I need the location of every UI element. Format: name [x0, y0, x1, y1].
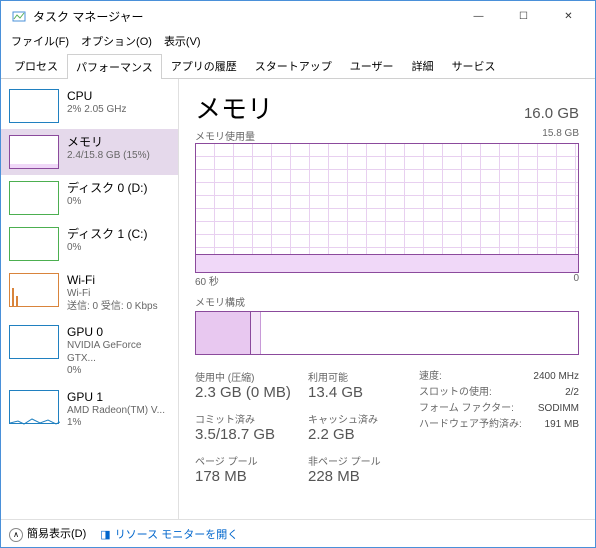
sidebar-item-sub: 2% 2.05 GHz [67, 104, 126, 117]
wifi-thumb-icon [9, 273, 59, 307]
main-panel: メモリ 16.0 GB メモリ使用量 15.8 GB 60 秒 0 メモリ構成 [179, 79, 595, 519]
sidebar-item-title: ディスク 1 (C:) [67, 227, 148, 242]
stat-paged-pool: ページ プール 178 MB [195, 453, 296, 485]
sidebar-item-wifi[interactable]: Wi-Fi Wi-Fi 送信: 0 受信: 0 Kbps [1, 267, 178, 319]
page-title: メモリ [195, 89, 273, 126]
sidebar-item-sub2: 0% [67, 365, 170, 378]
performance-sidebar: CPU 2% 2.05 GHz メモリ 2.4/15.8 GB (15%) ディ… [1, 79, 179, 519]
memory-stats: 使用中 (圧縮) 2.3 GB (0 MB) 利用可能 13.4 GB コミット… [195, 369, 579, 485]
stat-committed: コミット済み 3.5/18.7 GB [195, 411, 296, 443]
tab-app-history[interactable]: アプリの履歴 [162, 53, 246, 78]
menubar: ファイル(F) オプション(O) 表示(V) [1, 31, 595, 51]
sidebar-item-cpu[interactable]: CPU 2% 2.05 GHz [1, 83, 178, 129]
memory-usage-chart[interactable] [195, 143, 579, 273]
memory-total: 16.0 GB [524, 105, 579, 122]
sidebar-item-title: CPU [67, 89, 126, 104]
gpu-thumb-icon [9, 325, 59, 359]
sidebar-item-disk0[interactable]: ディスク 0 (D:) 0% [1, 175, 178, 221]
fewer-details-button[interactable]: ∧簡易表示(D) [9, 525, 86, 542]
window-controls: — ☐ ✕ [456, 1, 591, 31]
disk-thumb-icon [9, 227, 59, 261]
usage-chart-label: メモリ使用量 [195, 128, 255, 143]
memory-specs: 速度:2400 MHz スロットの使用:2/2 フォーム ファクター:SODIM… [419, 369, 579, 485]
sidebar-item-sub: 2.4/15.8 GB (15%) [67, 150, 150, 163]
sidebar-item-sub: 0% [67, 196, 148, 209]
footer: ∧簡易表示(D) ◨リソース モニターを開く [1, 519, 595, 547]
tab-performance[interactable]: パフォーマンス [67, 54, 162, 79]
sidebar-item-memory[interactable]: メモリ 2.4/15.8 GB (15%) [1, 129, 178, 175]
sidebar-item-sub: AMD Radeon(TM) V... [67, 405, 165, 418]
content-area: CPU 2% 2.05 GHz メモリ 2.4/15.8 GB (15%) ディ… [1, 79, 595, 519]
sidebar-item-sub: Wi-Fi [67, 288, 158, 301]
sidebar-item-title: Wi-Fi [67, 273, 158, 288]
usage-chart-max: 15.8 GB [542, 128, 579, 143]
stat-nonpaged-pool: 非ページ プール 228 MB [308, 453, 409, 485]
titlebar[interactable]: タスク マネージャー — ☐ ✕ [1, 1, 595, 31]
sidebar-item-sub2: 送信: 0 受信: 0 Kbps [67, 301, 158, 314]
sidebar-item-sub: NVIDIA GeForce GTX... [67, 340, 170, 365]
tab-strip: プロセス パフォーマンス アプリの履歴 スタートアップ ユーザー 詳細 サービス [1, 51, 595, 79]
close-button[interactable]: ✕ [546, 1, 591, 31]
tab-startup[interactable]: スタートアップ [246, 53, 341, 78]
tab-services[interactable]: サービス [443, 53, 505, 78]
memory-composition-bar[interactable] [195, 311, 579, 355]
xaxis-left: 60 秒 [195, 273, 219, 288]
menu-view[interactable]: 表示(V) [158, 31, 207, 51]
memory-thumb-icon [9, 135, 59, 169]
sidebar-item-sub: 0% [67, 242, 148, 255]
tab-processes[interactable]: プロセス [5, 53, 67, 78]
resource-monitor-icon: ◨ [100, 529, 110, 541]
window-title: タスク マネージャー [33, 8, 456, 25]
sidebar-item-gpu0[interactable]: GPU 0 NVIDIA GeForce GTX... 0% [1, 319, 178, 384]
sidebar-item-sub2: 1% [67, 417, 165, 430]
sidebar-item-title: GPU 1 [67, 390, 165, 405]
minimize-button[interactable]: — [456, 1, 501, 31]
chevron-up-icon: ∧ [9, 528, 23, 542]
sidebar-item-title: メモリ [67, 135, 150, 150]
sidebar-item-gpu1[interactable]: GPU 1 AMD Radeon(TM) V... 1% [1, 384, 178, 436]
menu-options[interactable]: オプション(O) [75, 31, 158, 51]
gpu-thumb-icon [9, 390, 59, 424]
tab-details[interactable]: 詳細 [403, 53, 443, 78]
tab-users[interactable]: ユーザー [341, 53, 403, 78]
stat-cached: キャッシュ済み 2.2 GB [308, 411, 409, 443]
sidebar-item-title: ディスク 0 (D:) [67, 181, 148, 196]
disk-thumb-icon [9, 181, 59, 215]
cpu-thumb-icon [9, 89, 59, 123]
open-resource-monitor-link[interactable]: ◨リソース モニターを開く [100, 526, 238, 542]
task-manager-window: タスク マネージャー — ☐ ✕ ファイル(F) オプション(O) 表示(V) … [0, 0, 596, 548]
sidebar-item-disk1[interactable]: ディスク 1 (C:) 0% [1, 221, 178, 267]
composition-label: メモリ構成 [195, 294, 579, 309]
xaxis-right: 0 [573, 273, 579, 288]
stat-available: 利用可能 13.4 GB [308, 369, 409, 401]
menu-file[interactable]: ファイル(F) [5, 31, 75, 51]
stat-in-use: 使用中 (圧縮) 2.3 GB (0 MB) [195, 369, 296, 401]
maximize-button[interactable]: ☐ [501, 1, 546, 31]
sidebar-item-title: GPU 0 [67, 325, 170, 340]
app-icon [11, 8, 27, 24]
